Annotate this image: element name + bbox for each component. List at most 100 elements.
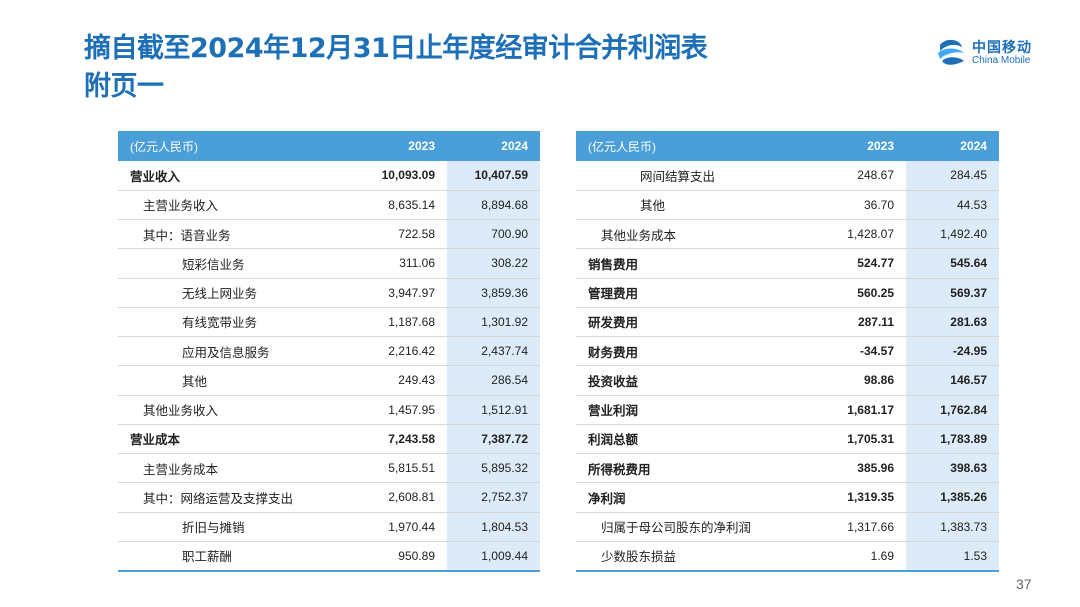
row-label: 所得税费用 bbox=[576, 453, 809, 484]
table-row: 其中：语音业务 722.58 700.90 bbox=[118, 219, 540, 250]
value-2023: 560.25 bbox=[809, 278, 906, 308]
table-row: 研发费用 287.11 281.63 bbox=[576, 307, 999, 338]
unit-header: (亿元人民币) bbox=[118, 131, 351, 161]
china-mobile-logo: 中国移动 China Mobile bbox=[934, 35, 1044, 71]
logo-text-cn: 中国移动 bbox=[972, 40, 1032, 56]
table-header-row: (亿元人民币) 2023 2024 bbox=[118, 131, 540, 161]
value-2024: -24.95 bbox=[906, 336, 999, 367]
table-row: 应用及信息服务 2,216.42 2,437.74 bbox=[118, 336, 540, 367]
china-mobile-logo-icon bbox=[938, 39, 964, 65]
table-row: 主营业务收入 8,635.14 8,894.68 bbox=[118, 190, 540, 221]
table-row: 销售费用 524.77 545.64 bbox=[576, 248, 999, 279]
row-label: 销售费用 bbox=[576, 248, 809, 279]
value-2023: 98.86 bbox=[809, 365, 906, 396]
page-title-line2: 附页一 bbox=[84, 71, 164, 102]
value-2024: 7,387.72 bbox=[447, 424, 540, 455]
row-label: 归属于母公司股东的净利润 bbox=[576, 512, 809, 542]
table-row: 投资收益 98.86 146.57 bbox=[576, 365, 999, 396]
table-row: 主营业务成本 5,815.51 5,895.32 bbox=[118, 453, 540, 484]
row-label: 其他 bbox=[576, 190, 809, 221]
value-2024: 1.53 bbox=[906, 541, 999, 572]
value-2023: 1,317.66 bbox=[809, 512, 906, 542]
value-2024: 308.22 bbox=[447, 248, 540, 279]
table-row: 归属于母公司股东的净利润 1,317.66 1,383.73 bbox=[576, 512, 999, 542]
table-row: 少数股东损益 1.69 1.53 bbox=[576, 541, 999, 572]
value-2024: 3,859.36 bbox=[447, 278, 540, 308]
value-2023: 36.70 bbox=[809, 190, 906, 221]
row-label: 主营业务成本 bbox=[118, 453, 351, 484]
row-label: 财务费用 bbox=[576, 336, 809, 367]
value-2023: 1,457.95 bbox=[351, 395, 447, 425]
logo-text-en: China Mobile bbox=[972, 55, 1031, 66]
table-row: 其他 36.70 44.53 bbox=[576, 190, 999, 221]
row-label: 有线宽带业务 bbox=[118, 307, 351, 338]
value-2023: 311.06 bbox=[351, 248, 447, 279]
value-2023: 10,093.09 bbox=[351, 161, 447, 191]
row-label: 职工薪酬 bbox=[118, 541, 351, 572]
year-2023-header: 2023 bbox=[351, 131, 447, 161]
value-2024: 2,752.37 bbox=[447, 482, 540, 513]
row-label: 其中：语音业务 bbox=[118, 219, 351, 250]
value-2024: 1,762.84 bbox=[906, 395, 999, 425]
income-statement-table-left: (亿元人民币) 2023 2024 营业收入 10,093.09 10,407.59… bbox=[118, 131, 540, 572]
table-row: 其他业务收入 1,457.95 1,512.91 bbox=[118, 395, 540, 425]
table-row: 职工薪酬 950.89 1,009.44 bbox=[118, 541, 540, 572]
value-2023: 950.89 bbox=[351, 541, 447, 572]
table-row: 所得税费用 385.96 398.63 bbox=[576, 453, 999, 484]
income-statement-table-right: (亿元人民币) 2023 2024 网间结算支出 248.67 284.45 其他 36… bbox=[576, 131, 999, 572]
value-2024: 5,895.32 bbox=[447, 453, 540, 484]
value-2024: 286.54 bbox=[447, 365, 540, 396]
value-2023: 248.67 bbox=[809, 161, 906, 191]
value-2024: 1,385.26 bbox=[906, 482, 999, 513]
table-row: 网间结算支出 248.67 284.45 bbox=[576, 161, 999, 191]
table-row: 其他业务成本 1,428.07 1,492.40 bbox=[576, 219, 999, 250]
value-2023: 1,428.07 bbox=[809, 219, 906, 250]
value-2024: 146.57 bbox=[906, 365, 999, 396]
value-2023: 1,319.35 bbox=[809, 482, 906, 513]
value-2023: 1,681.17 bbox=[809, 395, 906, 425]
year-2024-header: 2024 bbox=[906, 131, 999, 161]
value-2024: 44.53 bbox=[906, 190, 999, 221]
value-2024: 8,894.68 bbox=[447, 190, 540, 221]
table-row: 其他 249.43 286.54 bbox=[118, 365, 540, 396]
value-2023: -34.57 bbox=[809, 336, 906, 367]
value-2024: 700.90 bbox=[447, 219, 540, 250]
value-2024: 545.64 bbox=[906, 248, 999, 279]
value-2023: 1,970.44 bbox=[351, 512, 447, 542]
value-2023: 722.58 bbox=[351, 219, 447, 250]
value-2023: 3,947.97 bbox=[351, 278, 447, 308]
row-label: 网间结算支出 bbox=[576, 161, 809, 191]
value-2024: 398.63 bbox=[906, 453, 999, 484]
row-label: 其他业务收入 bbox=[118, 395, 351, 425]
value-2024: 569.37 bbox=[906, 278, 999, 308]
row-label: 营业收入 bbox=[118, 161, 351, 191]
value-2023: 287.11 bbox=[809, 307, 906, 338]
value-2024: 284.45 bbox=[906, 161, 999, 191]
value-2023: 2,608.81 bbox=[351, 482, 447, 513]
table-row: 营业成本 7,243.58 7,387.72 bbox=[118, 424, 540, 455]
row-label: 管理费用 bbox=[576, 278, 809, 308]
value-2023: 8,635.14 bbox=[351, 190, 447, 221]
table-row: 利润总额 1,705.31 1,783.89 bbox=[576, 424, 999, 455]
row-label: 净利润 bbox=[576, 482, 809, 513]
value-2023: 1.69 bbox=[809, 541, 906, 572]
value-2023: 524.77 bbox=[809, 248, 906, 279]
table-row: 短彩信业务 311.06 308.22 bbox=[118, 248, 540, 279]
value-2024: 281.63 bbox=[906, 307, 999, 338]
value-2023: 1,705.31 bbox=[809, 424, 906, 455]
value-2023: 2,216.42 bbox=[351, 336, 447, 367]
row-label: 其他业务成本 bbox=[576, 219, 809, 250]
value-2024: 1,512.91 bbox=[447, 395, 540, 425]
row-label: 其中：网络运营及支撑支出 bbox=[118, 482, 351, 513]
value-2024: 10,407.59 bbox=[447, 161, 540, 191]
row-label: 折旧与摊销 bbox=[118, 512, 351, 542]
row-label: 短彩信业务 bbox=[118, 248, 351, 279]
table-row: 有线宽带业务 1,187.68 1,301.92 bbox=[118, 307, 540, 338]
row-label: 少数股东损益 bbox=[576, 541, 809, 572]
value-2023: 1,187.68 bbox=[351, 307, 447, 338]
page-title-line1: 摘自截至2024年12月31日止年度经审计合并利润表 bbox=[84, 33, 708, 64]
page-title: 摘自截至2024年12月31日止年度经审计合并利润表 附页一 bbox=[84, 30, 708, 106]
row-label: 其他 bbox=[118, 365, 351, 396]
table-row: 其中：网络运营及支撑支出 2,608.81 2,752.37 bbox=[118, 482, 540, 513]
table-row: 营业收入 10,093.09 10,407.59 bbox=[118, 161, 540, 191]
